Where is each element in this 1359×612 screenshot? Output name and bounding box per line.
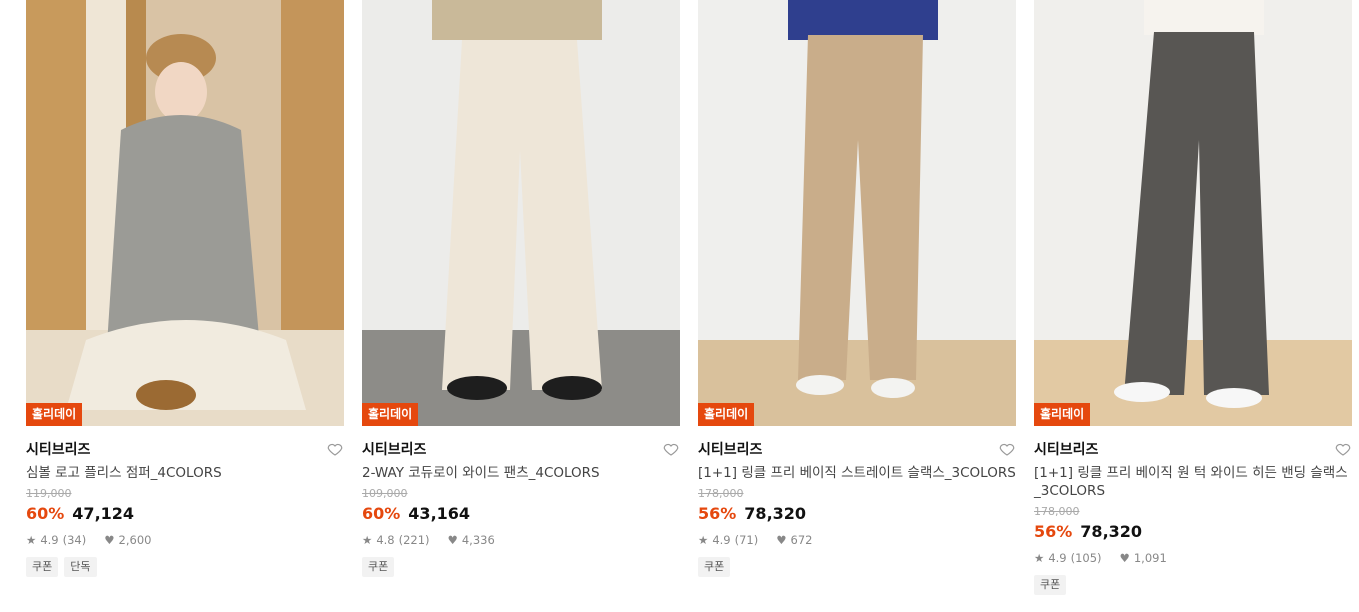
original-price: 178,000 [1034, 505, 1080, 518]
star-icon: ★ [1034, 551, 1045, 565]
holiday-badge: 홀리데이 [26, 403, 83, 426]
brand-name[interactable]: 시티브리즈 [1034, 439, 1098, 459]
discount-rate: 60% [362, 504, 401, 523]
tag-list: 쿠폰 단독 [26, 557, 344, 577]
like-count: 672 [790, 533, 813, 547]
review-count: (221) [398, 533, 430, 547]
tag-exclusive: 단독 [64, 557, 97, 577]
rating: 4.9 [712, 533, 731, 547]
rating: 4.9 [1048, 551, 1067, 565]
review-count: (105) [1070, 551, 1102, 565]
like-count: 2,600 [118, 533, 152, 547]
sale-price: 78,320 [1080, 522, 1143, 541]
review-count: (34) [62, 533, 87, 547]
review-count: (71) [734, 533, 759, 547]
like-count: 4,336 [461, 533, 495, 547]
tag-coupon: 쿠폰 [26, 557, 59, 577]
star-icon: ★ [362, 533, 373, 547]
star-icon: ★ [698, 533, 709, 547]
tag-list: 쿠폰 [362, 557, 680, 577]
holiday-badge: 홀리데이 [362, 403, 419, 426]
product-grid: 홀리데이 시티브리즈 심볼 로고 플리스 점퍼_4COLORS 119,000 … [26, 0, 1352, 595]
product-name[interactable]: 심볼 로고 플리스 점퍼_4COLORS [26, 464, 344, 482]
product-image[interactable]: 홀리데이 [26, 0, 344, 426]
product-card[interactable]: 홀리데이 시티브리즈 [1+1] 링클 프리 베이직 스트레이트 슬랙스_3CO… [698, 0, 1016, 595]
like-count: 1,091 [1133, 551, 1167, 565]
like-icon: ♥ [1119, 551, 1130, 565]
product-image[interactable]: 홀리데이 [362, 0, 680, 426]
heart-icon[interactable] [662, 440, 680, 458]
brand-name[interactable]: 시티브리즈 [698, 439, 762, 459]
product-meta: ★ 4.9 (105) ♥ 1,091 [1034, 549, 1352, 567]
heart-icon[interactable] [1334, 440, 1352, 458]
heart-icon[interactable] [998, 440, 1016, 458]
tag-coupon: 쿠폰 [698, 557, 731, 577]
sale-price: 43,164 [408, 504, 471, 523]
star-icon: ★ [26, 533, 37, 547]
tag-list: 쿠폰 [1034, 575, 1352, 595]
product-image[interactable]: 홀리데이 [1034, 0, 1352, 426]
product-meta: ★ 4.8 (221) ♥ 4,336 [362, 531, 680, 549]
like-icon: ♥ [104, 533, 115, 547]
original-price: 119,000 [26, 487, 72, 500]
product-image[interactable]: 홀리데이 [698, 0, 1016, 426]
tag-list: 쿠폰 [698, 557, 1016, 577]
product-meta: ★ 4.9 (71) ♥ 672 [698, 531, 1016, 549]
tag-coupon: 쿠폰 [1034, 575, 1067, 595]
brand-name[interactable]: 시티브리즈 [362, 439, 426, 459]
original-price: 178,000 [698, 487, 744, 500]
holiday-badge: 홀리데이 [1034, 403, 1091, 426]
product-name[interactable]: [1+1] 링클 프리 베이직 스트레이트 슬랙스_3COLORS [698, 464, 1016, 482]
brand-name[interactable]: 시티브리즈 [26, 439, 90, 459]
product-name[interactable]: 2-WAY 코듀로이 와이드 팬츠_4COLORS [362, 464, 680, 482]
product-card[interactable]: 홀리데이 시티브리즈 [1+1] 링클 프리 베이직 원 턱 와이드 히든 밴딩… [1034, 0, 1352, 595]
rating: 4.9 [40, 533, 59, 547]
like-icon: ♥ [447, 533, 458, 547]
discount-rate: 56% [698, 504, 737, 523]
like-icon: ♥ [776, 533, 787, 547]
sale-price: 78,320 [744, 504, 807, 523]
product-name[interactable]: [1+1] 링클 프리 베이직 원 턱 와이드 히든 밴딩 슬랙스_3COLOR… [1034, 464, 1352, 500]
sale-price: 47,124 [72, 504, 135, 523]
discount-rate: 60% [26, 504, 65, 523]
discount-rate: 56% [1034, 522, 1073, 541]
product-meta: ★ 4.9 (34) ♥ 2,600 [26, 531, 344, 549]
tag-coupon: 쿠폰 [362, 557, 395, 577]
heart-icon[interactable] [326, 440, 344, 458]
holiday-badge: 홀리데이 [698, 403, 755, 426]
original-price: 109,000 [362, 487, 408, 500]
rating: 4.8 [376, 533, 395, 547]
product-card[interactable]: 홀리데이 시티브리즈 2-WAY 코듀로이 와이드 팬츠_4COLORS 109… [362, 0, 680, 595]
product-card[interactable]: 홀리데이 시티브리즈 심볼 로고 플리스 점퍼_4COLORS 119,000 … [26, 0, 344, 595]
